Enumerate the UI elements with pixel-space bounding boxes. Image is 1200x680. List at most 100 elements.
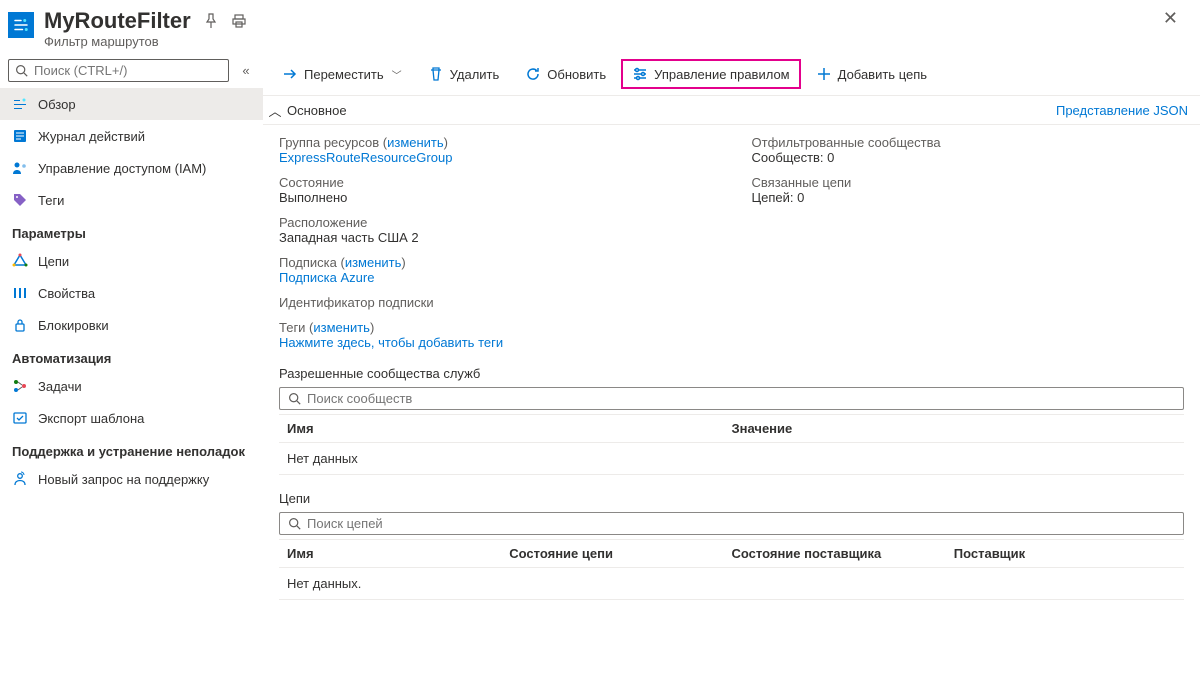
plus-icon	[816, 66, 832, 82]
sidebar-item-label: Новый запрос на поддержку	[38, 472, 209, 487]
subscription-link[interactable]: Подписка Azure	[279, 270, 712, 285]
pin-icon[interactable]	[203, 13, 219, 29]
sidebar-item-locks[interactable]: Блокировки	[0, 309, 263, 341]
tags-field: Теги (изменить) Нажмите здесь, чтобы доб…	[263, 320, 1200, 358]
main-content: Переместить ﹀ Удалить Обновить Управлен	[263, 53, 1200, 677]
refresh-icon	[525, 66, 541, 82]
print-icon[interactable]	[231, 13, 247, 29]
sidebar-item-tasks[interactable]: Задачи	[0, 370, 263, 402]
delete-button-label: Удалить	[450, 67, 500, 82]
col-name: Имя	[287, 546, 509, 561]
table-empty-row: Нет данных.	[279, 568, 1184, 600]
add-circuit-button[interactable]: Добавить цепь	[805, 59, 938, 89]
add-tags-link[interactable]: Нажмите здесь, чтобы добавить теги	[279, 335, 1184, 350]
sidebar-search-input[interactable]	[34, 63, 222, 78]
change-tags-link[interactable]: изменить	[313, 320, 370, 335]
properties-icon	[12, 285, 28, 301]
col-provider-state: Состояние поставщика	[732, 546, 954, 561]
sidebar-item-activity-log[interactable]: Журнал действий	[0, 120, 263, 152]
log-icon	[12, 128, 28, 144]
section-allowed-communities: Разрешенные сообщества служб Имя Значени…	[263, 358, 1200, 483]
move-button-label: Переместить	[304, 67, 384, 82]
communities-search-input[interactable]	[307, 391, 1175, 406]
sidebar-item-label: Цепи	[38, 254, 69, 269]
move-button[interactable]: Переместить ﹀	[271, 59, 413, 89]
chevron-down-icon: ﹀	[392, 67, 402, 82]
delete-button[interactable]: Удалить	[417, 59, 511, 89]
iam-icon	[12, 160, 28, 176]
essentials-grid: Группа ресурсов (изменить) ExpressRouteR…	[263, 125, 1200, 320]
sidebar-group-parameters: Параметры	[0, 216, 263, 245]
page-title: MyRouteFilter	[44, 8, 191, 34]
circuits-search-input[interactable]	[307, 516, 1175, 531]
sidebar-item-iam[interactable]: Управление доступом (IAM)	[0, 152, 263, 184]
col-name: Имя	[287, 421, 732, 436]
sidebar-item-label: Управление доступом (IAM)	[38, 161, 206, 176]
sidebar-item-label: Экспорт шаблона	[38, 411, 144, 426]
overview-icon	[12, 96, 28, 112]
communities-search[interactable]	[279, 387, 1184, 410]
col-value: Значение	[732, 421, 1177, 436]
table-empty-row: Нет данных	[279, 443, 1184, 475]
sidebar-item-label: Задачи	[38, 379, 82, 394]
field-subscription-id: Идентификатор подписки	[279, 295, 712, 310]
manage-rule-button-label: Управление правилом	[654, 67, 789, 82]
tag-icon	[12, 192, 28, 208]
field-resource-group: Группа ресурсов (изменить) ExpressRouteR…	[279, 135, 712, 165]
field-subscription: Подписка (изменить) Подписка Azure	[279, 255, 712, 285]
sidebar-search[interactable]	[8, 59, 229, 82]
manage-rule-button[interactable]: Управление правилом	[621, 59, 800, 89]
collapse-sidebar-icon[interactable]: «	[237, 63, 255, 78]
lock-icon	[12, 317, 28, 333]
search-icon	[288, 392, 301, 405]
field-state: Состояние Выполнено	[279, 175, 712, 205]
chevron-up-icon: ︿	[267, 101, 283, 120]
page-subtitle: Фильтр маршрутов	[44, 34, 1147, 49]
circuits-icon	[12, 253, 28, 269]
circuits-search[interactable]	[279, 512, 1184, 535]
table-header: Имя Значение	[279, 414, 1184, 443]
sidebar-item-label: Блокировки	[38, 318, 109, 333]
sidebar-group-support: Поддержка и устранение неполадок	[0, 434, 263, 463]
sidebar-item-overview[interactable]: Обзор	[0, 88, 263, 120]
essentials-header[interactable]: ︿ Основное Представление JSON	[263, 95, 1200, 125]
sidebar-item-new-support[interactable]: Новый запрос на поддержку	[0, 463, 263, 495]
resource-group-link[interactable]: ExpressRouteResourceGroup	[279, 150, 712, 165]
add-circuit-button-label: Добавить цепь	[838, 67, 927, 82]
field-communities: Отфильтрованные сообщества Сообществ: 0	[752, 135, 1185, 165]
page-header: MyRouteFilter Фильтр маршрутов ✕	[0, 0, 1200, 53]
refresh-button-label: Обновить	[547, 67, 606, 82]
delete-icon	[428, 66, 444, 82]
sidebar-item-circuits[interactable]: Цепи	[0, 245, 263, 277]
search-icon	[15, 64, 28, 77]
refresh-button[interactable]: Обновить	[514, 59, 617, 89]
change-sub-link[interactable]: изменить	[345, 255, 402, 270]
field-linked-circuits: Связанные цепи Цепей: 0	[752, 175, 1185, 205]
close-icon[interactable]: ✕	[1157, 8, 1184, 29]
col-provider: Поставщик	[954, 546, 1176, 561]
section-circuits: Цепи Имя Состояние цепи Состояние постав…	[263, 483, 1200, 608]
sidebar-item-label: Обзор	[38, 97, 76, 112]
command-bar: Переместить ﹀ Удалить Обновить Управлен	[263, 53, 1200, 95]
sidebar-item-tags[interactable]: Теги	[0, 184, 263, 216]
sidebar-item-label: Теги	[38, 193, 64, 208]
section-title: Разрешенные сообщества служб	[279, 366, 1184, 381]
change-rg-link[interactable]: изменить	[387, 135, 444, 150]
search-icon	[288, 517, 301, 530]
section-title: Цепи	[279, 491, 1184, 506]
resource-type-icon	[8, 12, 34, 38]
sidebar-group-automation: Автоматизация	[0, 341, 263, 370]
support-icon	[12, 471, 28, 487]
tasks-icon	[12, 378, 28, 394]
settings-sliders-icon	[632, 66, 648, 82]
sidebar-item-export-template[interactable]: Экспорт шаблона	[0, 402, 263, 434]
move-icon	[282, 66, 298, 82]
json-view-link[interactable]: Представление JSON	[1056, 103, 1188, 118]
export-icon	[12, 410, 28, 426]
essentials-title: Основное	[287, 103, 347, 118]
table-header: Имя Состояние цепи Состояние поставщика …	[279, 539, 1184, 568]
field-location: Расположение Западная часть США 2	[279, 215, 712, 245]
sidebar-item-properties[interactable]: Свойства	[0, 277, 263, 309]
sidebar-item-label: Журнал действий	[38, 129, 145, 144]
sidebar: « Обзор Журнал действий Управление досту…	[0, 53, 263, 677]
